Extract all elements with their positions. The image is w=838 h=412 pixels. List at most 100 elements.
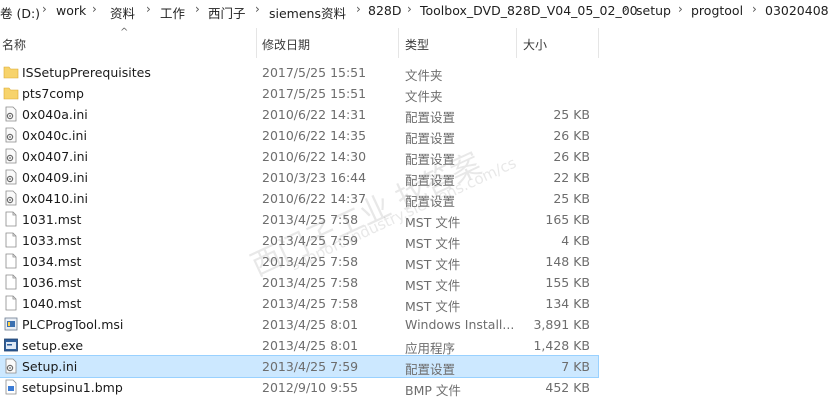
chevron-right-icon[interactable]: ›	[255, 2, 260, 16]
breadcrumb-item-setup[interactable]: setup	[636, 3, 671, 18]
file-row[interactable]: 1040.mst 2013/4/25 7:58 MST 文件 134 KB	[0, 293, 598, 314]
chevron-right-icon[interactable]: ›	[678, 2, 683, 16]
breadcrumb-item-work[interactable]: work	[56, 3, 86, 18]
file-row[interactable]: setupsinu1.bmp 2012/9/10 9:55 BMP 文件 452 KB	[0, 377, 598, 398]
file-row[interactable]: 0x0409.ini 2010/3/23 16:44 配置设置 22 KB	[0, 167, 598, 188]
file-date: 2017/5/25 15:51	[262, 86, 367, 101]
file-date: 2013/4/25 8:01	[262, 338, 359, 353]
ini-file-icon	[3, 190, 19, 206]
file-type: MST 文件	[405, 236, 461, 251]
file-date: 2010/6/22 14:31	[262, 107, 367, 122]
column-divider[interactable]	[398, 28, 399, 58]
file-date: 2012/9/10 9:55	[262, 380, 359, 395]
file-size: 165 KB	[545, 212, 590, 227]
breadcrumb-item-current[interactable]: 03020408	[765, 3, 829, 18]
file-size: 3,891 KB	[533, 317, 590, 332]
chevron-right-icon[interactable]: ›	[42, 2, 47, 16]
file-row[interactable]: 0x0410.ini 2010/6/22 14:37 配置设置 25 KB	[0, 188, 598, 209]
file-date: 2013/4/25 7:58	[262, 275, 359, 290]
breadcrumb-item-drive[interactable]: 卷 (D:)	[0, 3, 40, 22]
file-row[interactable]: 1036.mst 2013/4/25 7:58 MST 文件 155 KB	[0, 272, 598, 293]
file-size: 134 KB	[545, 296, 590, 311]
file-size: 26 KB	[553, 149, 590, 164]
breadcrumb-item-progtool[interactable]: progtool	[691, 3, 743, 18]
file-row[interactable]: Setup.ini 2013/4/25 7:59 配置设置 7 KB	[0, 355, 599, 378]
file-type: MST 文件	[405, 257, 461, 272]
file-type: MST 文件	[405, 215, 461, 230]
file-date: 2010/6/22 14:30	[262, 149, 367, 164]
file-type: MST 文件	[405, 278, 461, 293]
file-type: MST 文件	[405, 299, 461, 314]
file-name: 0x0410.ini	[22, 191, 89, 206]
file-name: 0x040c.ini	[22, 128, 87, 143]
file-row[interactable]: pts7comp 2017/5/25 15:51 文件夹	[0, 83, 598, 104]
file-row[interactable]: 0x0407.ini 2010/6/22 14:30 配置设置 26 KB	[0, 146, 598, 167]
file-size: 22 KB	[553, 170, 590, 185]
breadcrumb-item-gongzuo[interactable]: 工作	[160, 3, 185, 22]
file-type: 文件夹	[405, 89, 443, 104]
file-name: PLCProgTool.msi	[22, 317, 124, 332]
chevron-right-icon[interactable]: ›	[356, 2, 361, 16]
file-row[interactable]: setup.exe 2013/4/25 8:01 应用程序 1,428 KB	[0, 335, 598, 356]
file-size: 1,428 KB	[533, 338, 590, 353]
file-size: 155 KB	[545, 275, 590, 290]
msi-file-icon	[3, 316, 19, 332]
column-header-date[interactable]: 修改日期	[262, 36, 310, 53]
file-date: 2013/4/25 7:59	[262, 233, 359, 248]
file-name: 1036.mst	[22, 275, 82, 290]
file-size: 25 KB	[553, 191, 590, 206]
chevron-right-icon[interactable]: ›	[195, 2, 200, 16]
file-size: 452 KB	[545, 380, 590, 395]
chevron-right-icon[interactable]: ›	[146, 2, 151, 16]
file-name: pts7comp	[22, 86, 84, 101]
ini-file-icon	[3, 358, 19, 374]
chevron-right-icon[interactable]: ›	[623, 2, 628, 16]
chevron-right-icon[interactable]: ›	[752, 2, 757, 16]
file-type: 配置设置	[405, 194, 456, 209]
file-name: 0x040a.ini	[22, 107, 88, 122]
folder-icon	[3, 64, 19, 80]
file-icon	[3, 295, 19, 311]
column-divider[interactable]	[516, 28, 517, 58]
file-type: BMP 文件	[405, 383, 461, 398]
breadcrumb-item-ziliao[interactable]: 资料	[110, 3, 135, 22]
file-icon	[3, 274, 19, 290]
file-name: 0x0409.ini	[22, 170, 89, 185]
file-date: 2013/4/25 7:59	[262, 359, 359, 374]
file-date: 2013/4/25 7:58	[262, 296, 359, 311]
file-date: 2013/4/25 8:01	[262, 317, 359, 332]
ini-file-icon	[3, 169, 19, 185]
breadcrumb-item-siemens[interactable]: siemens资料	[269, 3, 346, 22]
file-date: 2013/4/25 7:58	[262, 254, 359, 269]
file-name: 1040.mst	[22, 296, 82, 311]
file-size: 148 KB	[545, 254, 590, 269]
file-row[interactable]: 1031.mst 2013/4/25 7:58 MST 文件 165 KB	[0, 209, 598, 230]
bmp-file-icon	[3, 379, 19, 395]
breadcrumb-item-828d[interactable]: 828D	[368, 3, 401, 18]
column-divider[interactable]	[256, 28, 257, 58]
chevron-right-icon[interactable]: ›	[92, 2, 97, 16]
breadcrumb-item-ximenzi[interactable]: 西门子	[208, 3, 246, 22]
breadcrumb-item-toolbox[interactable]: Toolbox_DVD_828D_V04_05_02_00	[420, 3, 638, 18]
file-icon	[3, 253, 19, 269]
breadcrumb: 卷 (D:) › work › 资料 › 工作 › 西门子 › siemens资…	[0, 0, 838, 24]
file-name: 1033.mst	[22, 233, 82, 248]
file-row[interactable]: 0x040a.ini 2010/6/22 14:31 配置设置 25 KB	[0, 104, 598, 125]
ini-file-icon	[3, 148, 19, 164]
column-header-size[interactable]: 大小	[523, 36, 547, 53]
column-divider[interactable]	[598, 28, 599, 58]
file-row[interactable]: 0x040c.ini 2010/6/22 14:35 配置设置 26 KB	[0, 125, 598, 146]
file-size: 26 KB	[553, 128, 590, 143]
file-type: 配置设置	[405, 362, 456, 377]
file-row[interactable]: 1033.mst 2013/4/25 7:59 MST 文件 4 KB	[0, 230, 598, 251]
chevron-right-icon[interactable]: ›	[407, 2, 412, 16]
column-header-name[interactable]: 名称	[2, 36, 26, 53]
file-row[interactable]: ISSetupPrerequisites 2017/5/25 15:51 文件夹	[0, 62, 598, 83]
file-name: Setup.ini	[22, 359, 78, 374]
file-name: setup.exe	[22, 338, 84, 353]
file-row[interactable]: 1034.mst 2013/4/25 7:58 MST 文件 148 KB	[0, 251, 598, 272]
file-date: 2010/6/22 14:35	[262, 128, 367, 143]
column-header-type[interactable]: 类型	[405, 36, 429, 53]
file-icon	[3, 232, 19, 248]
file-row[interactable]: PLCProgTool.msi 2013/4/25 8:01 Windows Ins…	[0, 314, 598, 335]
